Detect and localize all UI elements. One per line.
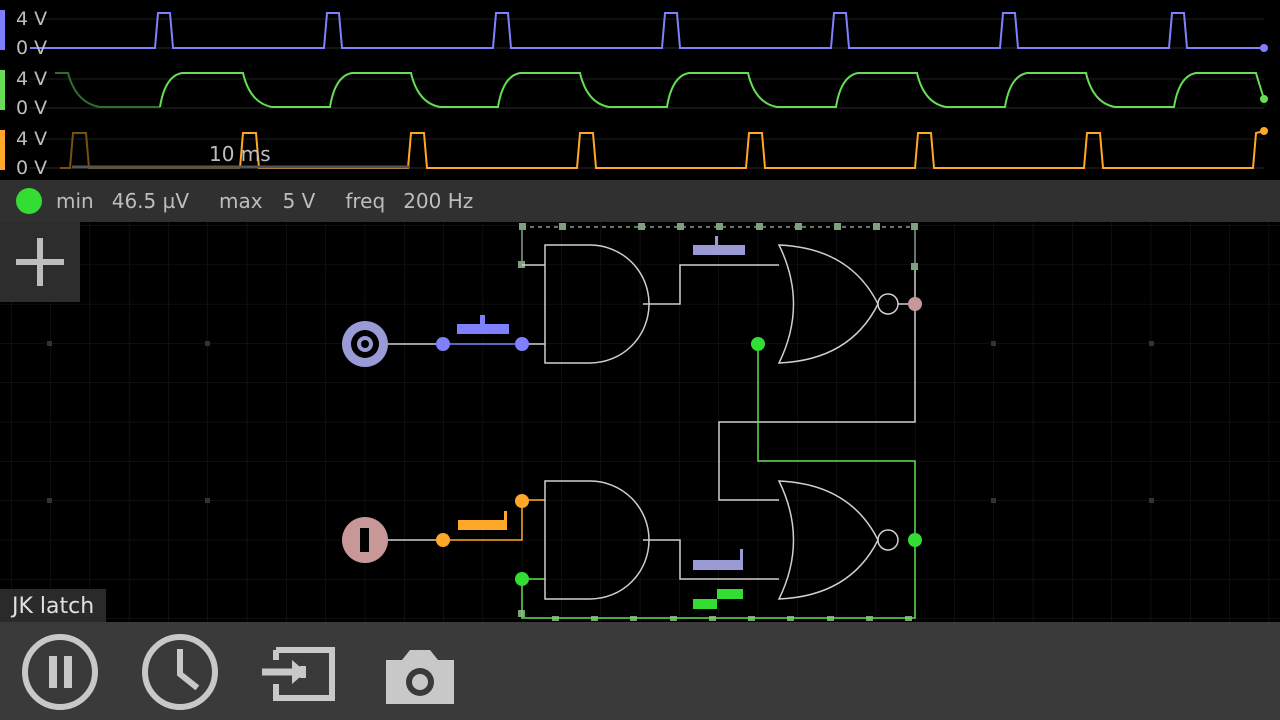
pause-icon [22,634,98,710]
plus-icon [16,238,64,286]
screenshot-button[interactable] [380,632,460,712]
trace-output-q [159,72,1265,108]
clock-source[interactable] [342,321,388,367]
clock-icon [142,634,218,710]
add-component-button[interactable] [0,222,80,302]
channel-select-dot[interactable] [16,188,42,214]
trace-input-j [30,12,1264,49]
channel-3-bottom-label: 0 V [16,157,48,179]
circuit-name-label: JK latch [0,589,107,623]
camera-icon [386,650,454,704]
channel-1-top-label: 4 V [16,8,48,30]
freq-label: freq [345,189,386,213]
pause-button[interactable] [20,632,100,712]
bottom-toolbar [0,622,1280,720]
min-label: min [56,189,94,213]
oscilloscope-panel[interactable]: 4 V 0 V 4 V 0 V 4 V 0 V 10 ms [0,0,1280,180]
time-scale-label: 10 ms [209,142,271,166]
push-switch[interactable] [342,517,388,563]
max-value: 5 V [282,189,316,213]
max-label: max [219,189,263,213]
trace-output-q-faded [55,72,160,108]
export-button[interactable] [258,632,338,712]
channel-2-bottom-label: 0 V [16,97,48,119]
measurement-bar: min 46.5 µV max 5 V freq 200 Hz [0,180,1280,222]
channel-1-color-bar [0,10,5,50]
circuit-canvas[interactable] [0,222,1280,622]
channel-3-top-label: 4 V [16,128,48,150]
min-value: 46.5 µV [111,189,190,213]
freq-value: 200 Hz [403,189,474,213]
trace-input-k [239,130,1265,169]
export-icon [262,647,335,701]
channel-3-color-bar [0,130,5,170]
clock-settings-button[interactable] [140,632,220,712]
channel-1-bottom-label: 0 V [16,37,48,59]
channel-2-top-label: 4 V [16,68,48,90]
oscilloscope-traces [30,12,1268,169]
channel-2-color-bar [0,70,5,110]
